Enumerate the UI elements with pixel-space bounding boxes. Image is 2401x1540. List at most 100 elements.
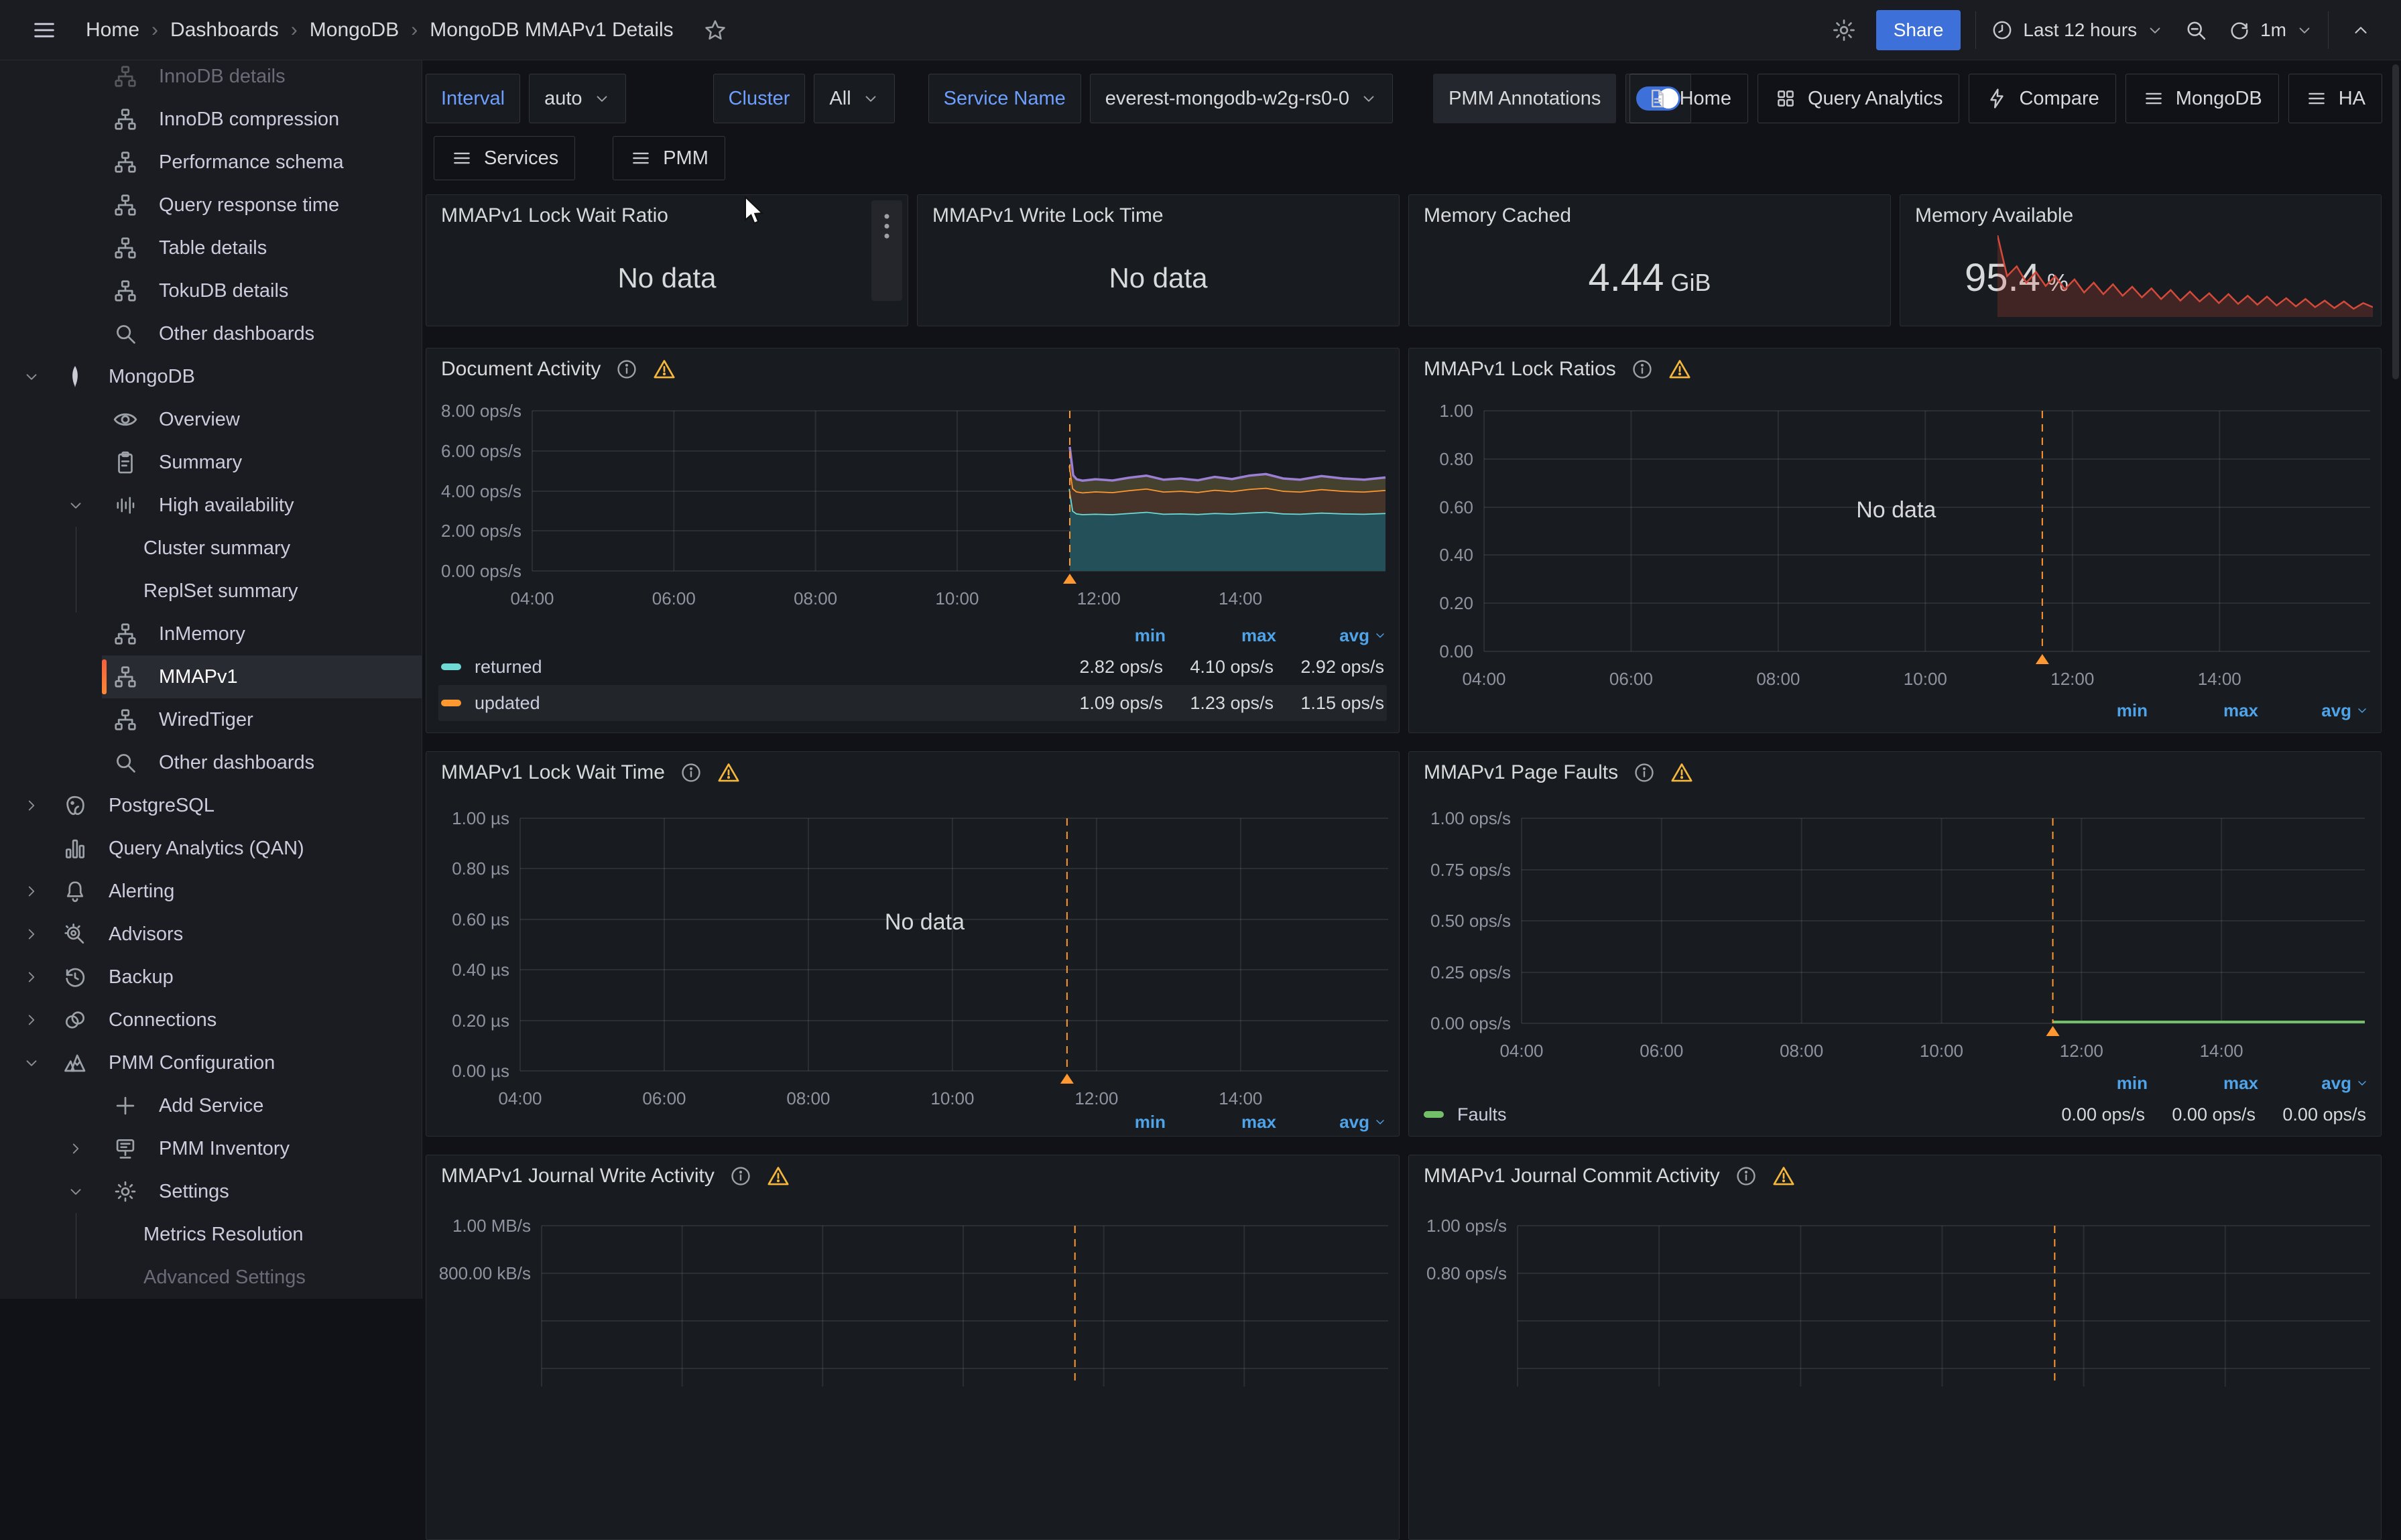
- sidebar-item-query-response-time[interactable]: Query response time: [0, 184, 422, 227]
- sidebar-item-postgresql[interactable]: PostgreSQL: [0, 784, 422, 827]
- panel-title[interactable]: Document Activity: [441, 358, 601, 381]
- info-icon[interactable]: [1735, 1165, 1758, 1188]
- chevron-down-icon[interactable]: [0, 484, 102, 527]
- sidebar-item-metrics-resolution[interactable]: Metrics Resolution: [76, 1213, 422, 1256]
- panel-title[interactable]: Memory Available: [1915, 204, 2073, 227]
- ha-button[interactable]: HA: [2288, 74, 2382, 123]
- chevron-down-icon[interactable]: [0, 355, 48, 398]
- chevron-down-icon[interactable]: [0, 1170, 102, 1213]
- panel-title[interactable]: MMAPv1 Lock Wait Time: [441, 761, 665, 784]
- warning-icon[interactable]: [1772, 1165, 1795, 1188]
- chevron-right-icon[interactable]: [0, 999, 48, 1041]
- legend-series-toggle[interactable]: updated: [441, 693, 1052, 714]
- sidebar-item-advisors[interactable]: Advisors: [0, 913, 422, 956]
- sidebar-item-mongodb[interactable]: MongoDB: [0, 355, 422, 398]
- interval-select[interactable]: auto: [529, 74, 625, 123]
- legend-sort-min[interactable]: min: [1055, 1112, 1166, 1133]
- sidebar-item-pmm-configuration[interactable]: PMM Configuration: [0, 1041, 422, 1084]
- refresh-picker[interactable]: 1m: [2228, 19, 2313, 42]
- sidebar-item-cluster-summary[interactable]: Cluster summary: [76, 527, 422, 570]
- sidebar-item-performance-schema[interactable]: Performance schema: [0, 141, 422, 184]
- legend-sort-avg[interactable]: avg: [2258, 700, 2369, 721]
- chart-plot-area[interactable]: [520, 818, 1388, 1071]
- chevron-down-icon[interactable]: [0, 1041, 48, 1084]
- mongodb-button[interactable]: MongoDB: [2126, 74, 2279, 123]
- sidebar-item-summary[interactable]: Summary: [0, 441, 422, 484]
- sidebar-item-high-availability[interactable]: High availability: [0, 484, 422, 527]
- breadcrumb-item[interactable]: Home: [79, 15, 146, 46]
- panel-title[interactable]: MMAPv1 Journal Commit Activity: [1424, 1165, 1720, 1188]
- info-icon[interactable]: [615, 358, 638, 381]
- warning-icon[interactable]: [1670, 761, 1693, 784]
- chart-plot-area[interactable]: [532, 411, 1386, 571]
- sidebar-item-pmm-inventory[interactable]: PMM Inventory: [0, 1127, 422, 1170]
- sidebar-item-mmapv1[interactable]: MMAPv1: [0, 655, 422, 698]
- sidebar-item-tokudb-details[interactable]: TokuDB details: [0, 269, 422, 312]
- chevron-right-icon[interactable]: [0, 1127, 102, 1170]
- caret-up-icon[interactable]: [2343, 13, 2378, 48]
- sidebar-item-backup[interactable]: Backup: [0, 956, 422, 999]
- compare-button[interactable]: Compare: [1969, 74, 2115, 123]
- panel-title[interactable]: MMAPv1 Page Faults: [1424, 761, 1618, 784]
- chart-plot-area[interactable]: [1518, 1226, 2370, 1387]
- menu-icon[interactable]: [27, 13, 62, 48]
- sidebar-item-innodb-compression[interactable]: InnoDB compression: [0, 98, 422, 141]
- breadcrumb-item[interactable]: Dashboards: [164, 15, 286, 46]
- sidebar-item-settings[interactable]: Settings: [0, 1170, 422, 1213]
- sidebar-item-overview[interactable]: Overview: [0, 398, 422, 441]
- warning-icon[interactable]: [717, 761, 740, 784]
- legend-sort-avg[interactable]: avg: [2258, 1073, 2369, 1094]
- sidebar-item-other-dashboards[interactable]: Other dashboards: [0, 312, 422, 355]
- cluster-select[interactable]: All: [814, 74, 894, 123]
- chart-plot-area[interactable]: [542, 1226, 1388, 1387]
- chart-plot-area[interactable]: [1484, 411, 2370, 651]
- sidebar-item-alerting[interactable]: Alerting: [0, 870, 422, 913]
- chevron-right-icon[interactable]: [0, 784, 48, 827]
- star-icon[interactable]: [698, 13, 733, 48]
- sidebar-item-connections[interactable]: Connections: [0, 999, 422, 1041]
- chevron-right-icon[interactable]: [0, 913, 48, 956]
- sidebar-item-query-analytics-qan-[interactable]: Query Analytics (QAN): [0, 827, 422, 870]
- breadcrumb-item[interactable]: MongoDB: [303, 15, 406, 46]
- legend-sort-avg[interactable]: avg: [1276, 1112, 1387, 1133]
- zoom-out-icon[interactable]: [2178, 13, 2213, 48]
- panel-title[interactable]: MMAPv1 Journal Write Activity: [441, 1165, 715, 1188]
- panel-title[interactable]: MMAPv1 Write Lock Time: [932, 204, 1164, 227]
- legend-sort-max[interactable]: max: [1166, 1112, 1276, 1133]
- sidebar-item-add-service[interactable]: Add Service: [0, 1084, 422, 1127]
- warning-icon[interactable]: [767, 1165, 790, 1188]
- sidebar-item-table-details[interactable]: Table details: [0, 227, 422, 269]
- sidebar-item-replset-summary[interactable]: ReplSet summary: [76, 570, 422, 613]
- info-icon[interactable]: [680, 761, 702, 784]
- pmm-button[interactable]: PMM: [613, 136, 725, 180]
- info-icon[interactable]: [1633, 761, 1656, 784]
- panel-title[interactable]: Memory Cached: [1424, 204, 1571, 227]
- sidebar-item-inmemory[interactable]: InMemory: [0, 613, 422, 655]
- panel-title[interactable]: MMAPv1 Lock Wait Ratio: [441, 204, 668, 227]
- legend-sort-max[interactable]: max: [2148, 700, 2258, 721]
- sidebar-item-innodb-details[interactable]: InnoDB details: [0, 60, 422, 98]
- sidebar-item-advanced-settings[interactable]: Advanced Settings: [76, 1256, 422, 1299]
- home-button[interactable]: Home: [1629, 74, 1748, 123]
- breadcrumb-item[interactable]: MongoDB MMAPv1 Details: [423, 15, 680, 46]
- chart-plot-area[interactable]: [1522, 818, 2365, 1023]
- query-analytics-button[interactable]: Query Analytics: [1758, 74, 1959, 123]
- legend-sort-avg[interactable]: avg: [1276, 625, 1387, 646]
- legend-series-toggle[interactable]: Faults: [1424, 1104, 2034, 1125]
- legend-sort-min[interactable]: min: [2037, 1073, 2148, 1094]
- info-icon[interactable]: [1631, 358, 1654, 381]
- warning-icon[interactable]: [653, 358, 676, 381]
- chevron-right-icon[interactable]: [0, 956, 48, 999]
- time-range-picker[interactable]: Last 12 hours: [1991, 19, 2164, 42]
- service-name-select[interactable]: everest-mongodb-w2g-rs0-0: [1090, 74, 1393, 123]
- legend-sort-min[interactable]: min: [2037, 700, 2148, 721]
- gear-icon[interactable]: [1827, 13, 1861, 48]
- services-button[interactable]: Services: [434, 136, 575, 180]
- chevron-right-icon[interactable]: [0, 870, 48, 913]
- sidebar-item-other-dashboards[interactable]: Other dashboards: [0, 741, 422, 784]
- legend-series-toggle[interactable]: returned: [441, 657, 1052, 678]
- sidebar-item-wiredtiger[interactable]: WiredTiger: [0, 698, 422, 741]
- warning-icon[interactable]: [1668, 358, 1691, 381]
- scrollbar[interactable]: [2392, 64, 2399, 379]
- legend-sort-max[interactable]: max: [2148, 1073, 2258, 1094]
